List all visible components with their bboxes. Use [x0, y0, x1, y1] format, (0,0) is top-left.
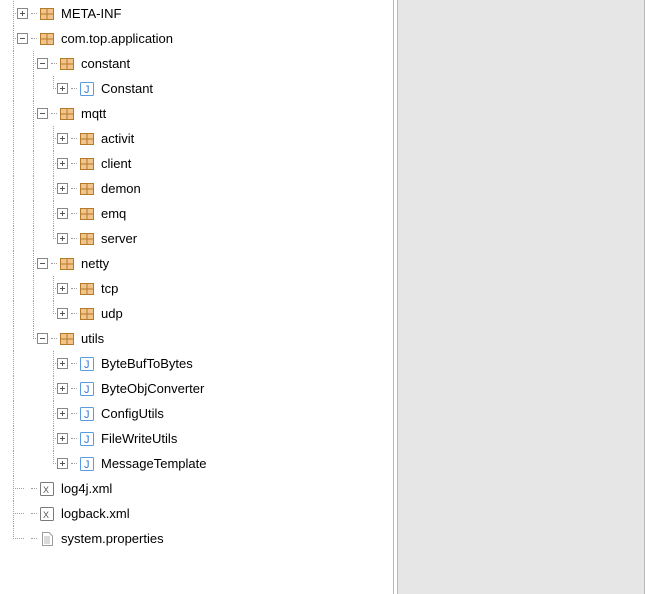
expand-toggle[interactable] — [57, 183, 68, 194]
tree-item-configutils[interactable]: ConfigUtils — [4, 401, 393, 426]
collapse-toggle[interactable] — [37, 258, 48, 269]
expand-toggle[interactable] — [57, 133, 68, 144]
tree-label: Constant — [99, 81, 155, 96]
expand-toggle[interactable] — [57, 383, 68, 394]
tree-item-constant[interactable]: constant — [4, 51, 393, 76]
expand-toggle[interactable] — [57, 358, 68, 369]
xml-file-icon — [39, 481, 55, 497]
package-icon — [59, 56, 75, 72]
java-class-icon — [79, 406, 95, 422]
tree-item-mqtt-activit[interactable]: activit — [4, 126, 393, 151]
expand-toggle[interactable] — [57, 433, 68, 444]
xml-file-icon — [39, 506, 55, 522]
collapse-toggle[interactable] — [37, 58, 48, 69]
tree-label: log4j.xml — [59, 481, 114, 496]
tree-label: MessageTemplate — [99, 456, 209, 471]
tree-label: udp — [99, 306, 125, 321]
expand-toggle[interactable] — [57, 458, 68, 469]
package-icon — [79, 131, 95, 147]
tree-item-mqtt[interactable]: mqtt — [4, 101, 393, 126]
tree-item-mqtt-emq[interactable]: emq — [4, 201, 393, 226]
tree-label: demon — [99, 181, 143, 196]
package-icon — [79, 156, 95, 172]
tree-label: ConfigUtils — [99, 406, 166, 421]
tree-item-netty-udp[interactable]: udp — [4, 301, 393, 326]
collapse-toggle[interactable] — [37, 108, 48, 119]
tree-item-utils[interactable]: utils — [4, 326, 393, 351]
tree-item-meta-inf[interactable]: META-INF — [4, 1, 393, 26]
workspace: META-INF com.top.application — [0, 0, 645, 594]
expand-toggle[interactable] — [57, 208, 68, 219]
tree-item-logback[interactable]: logback.xml — [4, 501, 393, 526]
collapse-toggle[interactable] — [17, 33, 28, 44]
java-class-icon — [79, 456, 95, 472]
tree-item-app-pkg[interactable]: com.top.application — [4, 26, 393, 51]
tree-label: mqtt — [79, 106, 108, 121]
package-icon — [79, 206, 95, 222]
java-class-icon — [79, 381, 95, 397]
tree-item-mqtt-server[interactable]: server — [4, 226, 393, 251]
tree-item-mqtt-client[interactable]: client — [4, 151, 393, 176]
tree-label: client — [99, 156, 133, 171]
tree-item-netty-tcp[interactable]: tcp — [4, 276, 393, 301]
package-explorer[interactable]: META-INF com.top.application — [0, 0, 393, 594]
package-icon — [39, 31, 55, 47]
tree-item-byteobjconverter[interactable]: ByteObjConverter — [4, 376, 393, 401]
project-tree: META-INF com.top.application — [0, 1, 393, 551]
tree-label: utils — [79, 331, 106, 346]
tree-item-messagetemplate[interactable]: MessageTemplate — [4, 451, 393, 476]
expand-toggle[interactable] — [57, 308, 68, 319]
tree-item-mqtt-demon[interactable]: demon — [4, 176, 393, 201]
java-class-icon — [79, 431, 95, 447]
package-icon — [59, 331, 75, 347]
tree-label: tcp — [99, 281, 120, 296]
package-icon — [79, 281, 95, 297]
tree-label: constant — [79, 56, 132, 71]
tree-item-netty[interactable]: netty — [4, 251, 393, 276]
package-icon — [59, 256, 75, 272]
tree-label: FileWriteUtils — [99, 431, 179, 446]
editor-area-empty — [398, 0, 645, 594]
tree-item-system-properties[interactable]: system.properties — [4, 526, 393, 551]
tree-label: ByteBufToBytes — [99, 356, 195, 371]
tree-label: server — [99, 231, 139, 246]
package-icon — [79, 181, 95, 197]
tree-label: logback.xml — [59, 506, 132, 521]
collapse-toggle[interactable] — [37, 333, 48, 344]
tree-item-bytebuftobytes[interactable]: ByteBufToBytes — [4, 351, 393, 376]
tree-label: META-INF — [59, 6, 123, 21]
expand-toggle[interactable] — [57, 408, 68, 419]
expand-toggle[interactable] — [57, 158, 68, 169]
tree-item-filewriteutils[interactable]: FileWriteUtils — [4, 426, 393, 451]
package-icon — [79, 231, 95, 247]
tree-label: emq — [99, 206, 128, 221]
expand-toggle[interactable] — [17, 8, 28, 19]
tree-label: com.top.application — [59, 31, 175, 46]
tree-label: netty — [79, 256, 111, 271]
expand-toggle[interactable] — [57, 283, 68, 294]
expand-toggle[interactable] — [57, 233, 68, 244]
expand-toggle[interactable] — [57, 83, 68, 94]
java-class-icon — [79, 81, 95, 97]
tree-item-constant-class[interactable]: Constant — [4, 76, 393, 101]
java-class-icon — [79, 356, 95, 372]
package-icon — [39, 6, 55, 22]
tree-label: ByteObjConverter — [99, 381, 206, 396]
text-file-icon — [39, 531, 55, 547]
tree-label: activit — [99, 131, 136, 146]
package-icon — [79, 306, 95, 322]
tree-label: system.properties — [59, 531, 166, 546]
package-icon — [59, 106, 75, 122]
tree-item-log4j[interactable]: log4j.xml — [4, 476, 393, 501]
